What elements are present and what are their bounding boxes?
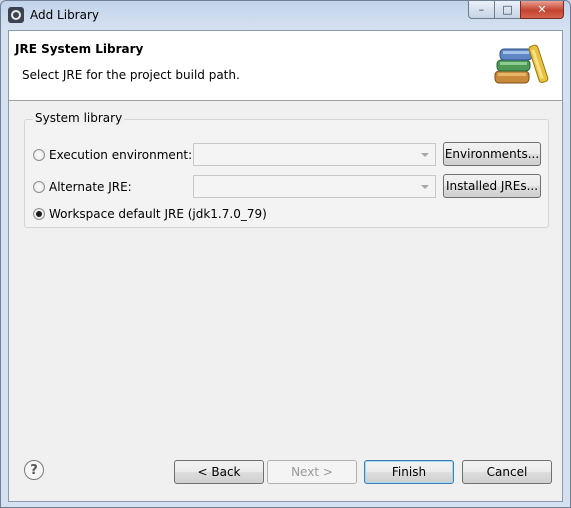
help-icon[interactable]: ? [24,460,44,480]
add-library-dialog: Add Library – □ ✕ JRE System Library Sel… [0,0,571,508]
cancel-button[interactable]: Cancel [462,460,552,484]
installed-jres-button[interactable]: Installed JREs... [443,174,541,198]
title-bar[interactable]: Add Library – □ ✕ [1,1,570,30]
execution-environment-option[interactable]: Execution environment: [33,147,192,163]
execution-environment-combo[interactable] [193,143,436,166]
environments-button[interactable]: Environments... [443,142,541,166]
alternate-jre-option[interactable]: Alternate JRE: [33,179,132,195]
system-library-group: System library Execution environment: En… [24,111,549,228]
page-title: JRE System Library [15,42,144,56]
execution-environment-radio[interactable] [33,149,45,161]
page-message: Select JRE for the project build path. [22,68,240,82]
window-controls: – □ ✕ [468,1,564,21]
window-title: Add Library [30,8,100,22]
execution-environment-label: Execution environment: [49,148,193,162]
minimize-button[interactable]: – [468,1,494,19]
back-button[interactable]: < Back [174,460,264,484]
group-label: System library [33,111,125,125]
alternate-jre-radio[interactable] [33,181,45,193]
workspace-default-label: Workspace default JRE (jdk1.7.0_79) [49,207,267,221]
workspace-default-option[interactable]: Workspace default JRE (jdk1.7.0_79) [33,206,267,222]
books-library-icon [494,44,549,84]
next-button[interactable]: Next > [267,460,357,484]
maximize-button[interactable]: □ [494,1,520,19]
dialog-body: JRE System Library Select JRE for the pr… [8,30,563,502]
eclipse-icon[interactable] [8,7,24,23]
wizard-header: JRE System Library Select JRE for the pr… [9,31,562,101]
chevron-down-icon [421,153,429,157]
chevron-down-icon [421,185,429,189]
finish-button[interactable]: Finish [364,460,454,484]
close-button[interactable]: ✕ [520,1,564,19]
alternate-jre-label: Alternate JRE: [49,180,132,194]
workspace-default-radio[interactable] [33,208,45,220]
alternate-jre-combo[interactable] [193,175,436,198]
